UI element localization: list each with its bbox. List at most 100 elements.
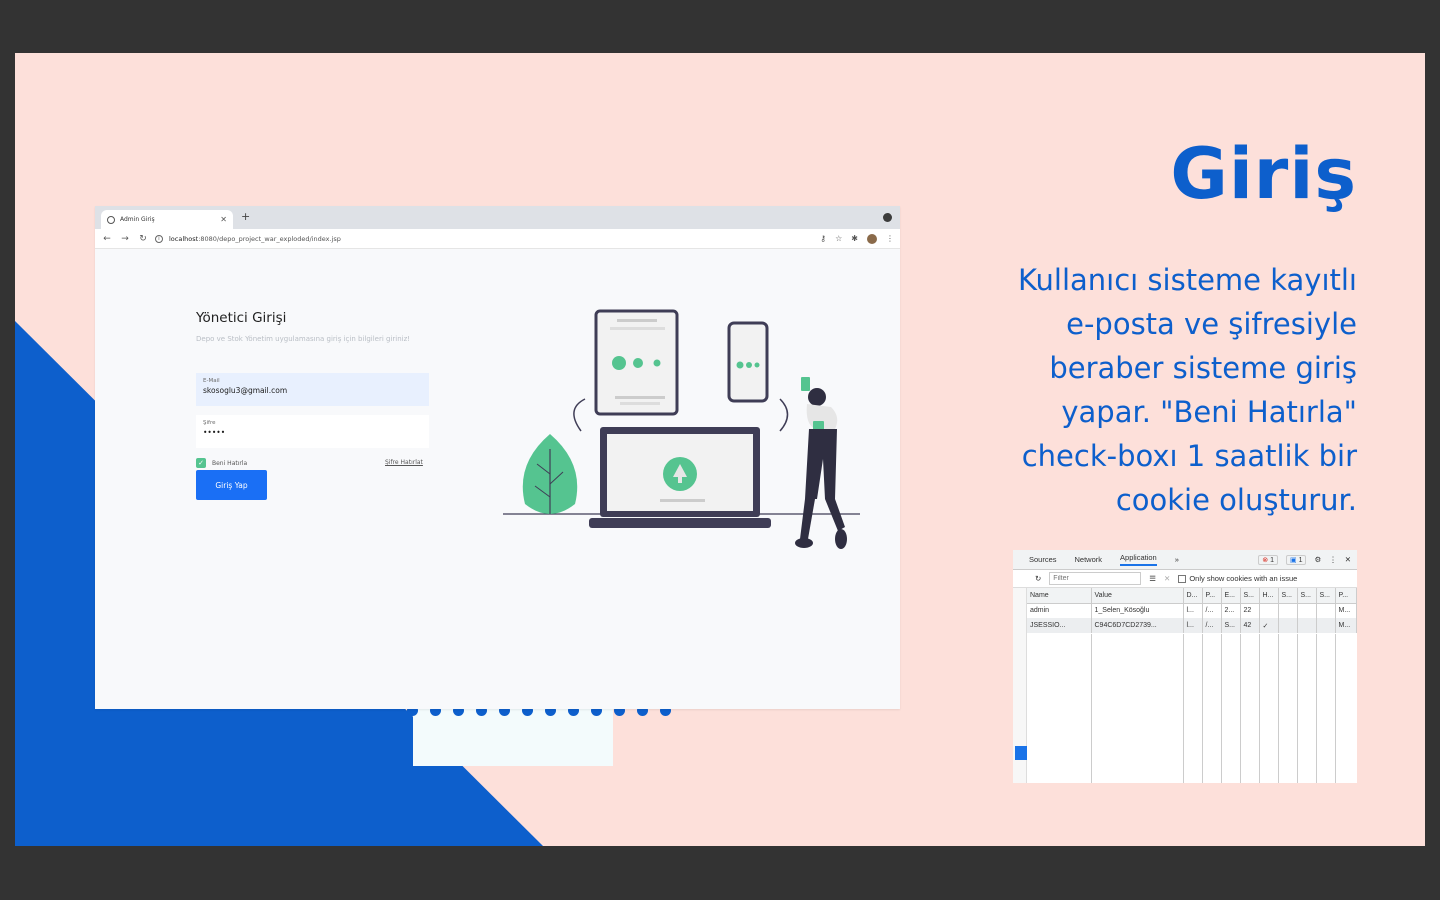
col-sameparty[interactable]: S... [1316,588,1336,604]
slide-title: Giriş [1170,133,1357,215]
cell: 1_Selen_Kösoğlu [1091,603,1184,618]
email-label: E-Mail [203,378,220,384]
cell: M... [1335,618,1357,633]
password-field[interactable]: Şifre ••••• [196,415,429,448]
col-httponly[interactable]: H... [1259,588,1279,604]
col-name[interactable]: Name [1027,588,1092,604]
cell: JSESSIO... [1027,618,1092,633]
col-priority[interactable]: P... [1335,588,1357,604]
login-title: Yönetici Girişi [196,310,287,326]
error-badge[interactable]: ⊗ 1 [1258,554,1278,565]
devtools-sidebar [1013,588,1027,783]
cell: l... [1183,603,1203,618]
tab-network[interactable]: Network [1075,555,1103,564]
forgot-password-link[interactable]: Şifre Hatırlat [385,459,423,466]
globe-icon [107,215,115,224]
tab-application[interactable]: Application [1120,553,1157,566]
extension-icon[interactable]: ✱ [851,234,858,243]
password-label: Şifre [203,420,216,426]
message-badge[interactable]: ▣ 1 [1285,554,1307,565]
refresh-icon[interactable]: ↻ [1035,574,1041,583]
star-icon[interactable]: ☆ [835,234,842,243]
cell: l... [1183,618,1203,633]
cell: ✓ [1259,618,1279,633]
column-divider [1091,634,1092,783]
col-samesite[interactable]: S... [1297,588,1317,604]
url-field[interactable]: i localhost :8080/depo_project_war_explo… [155,234,820,243]
cell: 2... [1221,603,1241,618]
cell: 42 [1240,618,1260,633]
window-control-icon[interactable] [883,213,892,222]
cell: /... [1202,603,1222,618]
col-path[interactable]: P... [1202,588,1222,604]
col-expires[interactable]: E... [1221,588,1241,604]
error-icon: ⊗ [1262,556,1269,564]
presentation-slide: Admin Giriş ✕ + ← → ↻ i localhost :8080/… [15,53,1425,846]
col-domain[interactable]: D... [1183,588,1203,604]
devtools-tabs: Sources Network Application » ⊗ 1 ▣ 1 ⚙ … [1013,550,1357,570]
kebab-menu-icon[interactable]: ⋮ [1329,555,1337,564]
login-button[interactable]: Giriş Yap [196,470,267,500]
back-icon[interactable]: ← [101,234,113,244]
table-row[interactable]: JSESSIO... C94C6D7CD2739... l... /... S.… [1027,618,1357,633]
checkbox-checked-icon[interactable]: ✓ [196,458,206,468]
column-divider [1221,634,1222,783]
clear-icon[interactable]: ✕ [1164,574,1170,583]
gear-icon[interactable]: ⚙ [1314,555,1321,564]
cell [1316,618,1336,633]
only-issue-checkbox[interactable]: Only show cookies with an issue [1178,574,1297,583]
menu-icon[interactable]: ⋮ [886,234,894,243]
login-page: Yönetici Girişi Depo ve Stok Yönetim uyg… [95,249,900,709]
column-divider [1183,634,1184,783]
column-divider [1297,634,1298,783]
remember-me[interactable]: ✓ Beni Hatırla [196,458,247,468]
close-icon[interactable]: ✕ [1345,555,1351,564]
browser-window: Admin Giriş ✕ + ← → ↻ i localhost :8080/… [95,206,900,709]
password-value: ••••• [203,428,226,437]
filter-input[interactable] [1049,572,1142,585]
message-count: 1 [1298,556,1303,564]
cell [1297,603,1317,618]
url-path: :8080/depo_project_war_exploded/index.js… [198,234,341,243]
column-divider [1202,634,1203,783]
url-host: localhost [169,234,199,243]
close-icon[interactable]: ✕ [220,215,227,224]
checkbox-icon[interactable] [1178,574,1187,583]
browser-tab[interactable]: Admin Giriş ✕ [101,210,233,229]
reload-icon[interactable]: ↻ [137,234,149,244]
address-bar: ← → ↻ i localhost :8080/depo_project_war… [95,229,900,249]
message-icon: ▣ [1289,556,1297,564]
login-description: Depo ve Stok Yönetim uygulamasına giriş … [196,335,411,343]
cookie-filter-bar: ↻ ☰ ✕ Only show cookies with an issue [1013,570,1357,588]
cell: /... [1202,618,1222,633]
filter-settings-icon[interactable]: ☰ [1149,574,1156,583]
email-field[interactable]: E-Mail skosoglu3@gmail.com [196,373,429,406]
forward-icon[interactable]: → [119,234,131,244]
cell [1259,603,1279,618]
new-tab-icon[interactable]: + [241,210,250,223]
cell [1297,618,1317,633]
column-divider [1259,634,1260,783]
table-header: Name Value D... P... E... S... H... S...… [1027,588,1357,604]
cell: M... [1335,603,1357,618]
cell [1278,618,1298,633]
more-tabs-icon[interactable]: » [1175,555,1179,564]
key-icon[interactable]: ⚷ [820,234,826,243]
email-value: skosoglu3@gmail.com [203,386,288,395]
tab-sources[interactable]: Sources [1029,555,1057,564]
column-divider [1316,634,1317,783]
address-actions: ⚷ ☆ ✱ ⋮ [820,233,894,244]
tab-title: Admin Giriş [120,216,155,223]
col-size[interactable]: S... [1240,588,1260,604]
avatar[interactable] [867,233,877,244]
col-value[interactable]: Value [1091,588,1184,604]
devtools-panel: Sources Network Application » ⊗ 1 ▣ 1 ⚙ … [1013,550,1357,783]
devtools-actions: ⊗ 1 ▣ 1 ⚙ ⋮ ✕ [1258,554,1351,565]
only-issue-label: Only show cookies with an issue [1189,574,1298,583]
cell: C94C6D7CD2739... [1091,618,1184,633]
column-divider [1335,634,1336,783]
error-count: 1 [1270,556,1274,564]
table-row[interactable]: admin 1_Selen_Kösoğlu l... /... 2... 22 … [1027,603,1357,618]
col-secure[interactable]: S... [1278,588,1298,604]
info-icon[interactable]: i [155,234,163,243]
